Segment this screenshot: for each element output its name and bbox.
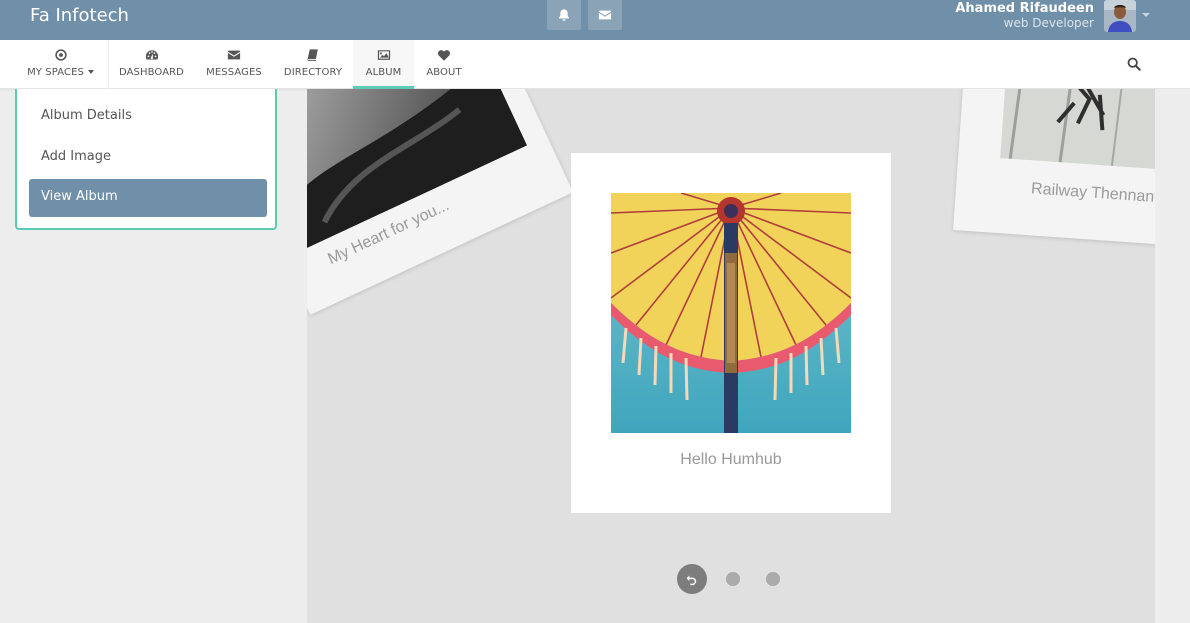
user-menu-caret-icon[interactable] bbox=[1142, 13, 1150, 17]
album-photo bbox=[611, 193, 851, 433]
user-info[interactable]: Ahamed Rifaudeen web Developer bbox=[955, 1, 1094, 31]
album-stage: My Heart for you... Railway Thennanthopp… bbox=[307, 89, 1155, 623]
undo-button[interactable] bbox=[677, 564, 707, 594]
nav-album[interactable]: ALBUM bbox=[353, 40, 414, 89]
nav-dashboard[interactable]: DASHBOARD bbox=[109, 40, 194, 89]
nav-my-spaces-label: MY SPACES bbox=[27, 67, 84, 78]
heart-icon bbox=[437, 50, 451, 61]
nav-album-label: ALBUM bbox=[365, 67, 402, 78]
pagination-dot[interactable] bbox=[766, 572, 780, 586]
menu-album-details[interactable]: Album Details bbox=[29, 98, 267, 136]
messages-button[interactable] bbox=[588, 0, 622, 30]
album-card-active[interactable]: Hello Humhub bbox=[571, 153, 891, 513]
undo-icon bbox=[686, 575, 697, 586]
main-nav: MY SPACES DASHBOARD MESSAGES DIRECTORY A… bbox=[0, 40, 1190, 89]
image-icon bbox=[377, 50, 390, 60]
brand-name[interactable]: Fa Infotech bbox=[30, 5, 129, 26]
nav-dashboard-label: DASHBOARD bbox=[118, 67, 184, 78]
envelope-icon bbox=[598, 10, 612, 20]
envelope-icon bbox=[227, 50, 241, 60]
avatar-image bbox=[1104, 0, 1136, 32]
umbrella-photo bbox=[611, 193, 851, 433]
nav-directory[interactable]: DIRECTORY bbox=[274, 40, 352, 89]
album-card-caption: Railway Thennanthoppu bbox=[1030, 180, 1155, 210]
book-icon bbox=[307, 49, 318, 61]
nav-about[interactable]: ABOUT bbox=[414, 40, 474, 89]
bell-icon bbox=[559, 9, 569, 21]
album-card-caption: Hello Humhub bbox=[680, 451, 782, 468]
dashboard-icon bbox=[145, 50, 158, 60]
nav-directory-label: DIRECTORY bbox=[283, 67, 343, 78]
user-name: Ahamed Rifaudeen bbox=[955, 1, 1094, 16]
nav-messages-label: MESSAGES bbox=[206, 67, 262, 78]
user-title: web Developer bbox=[1003, 16, 1094, 30]
search-icon[interactable] bbox=[1127, 57, 1141, 71]
top-bar: Fa Infotech Ahamed Rifaudeen web Develop… bbox=[0, 0, 1190, 40]
target-icon bbox=[54, 49, 67, 61]
nav-about-label: ABOUT bbox=[426, 67, 462, 78]
album-card[interactable]: Railway Thennanthoppu bbox=[953, 89, 1155, 248]
notifications-button[interactable] bbox=[547, 0, 581, 30]
pagination-dot[interactable] bbox=[726, 572, 740, 586]
right-gutter bbox=[1155, 89, 1190, 623]
album-card[interactable]: My Heart for you... bbox=[307, 89, 574, 315]
avatar[interactable] bbox=[1104, 0, 1136, 32]
menu-view-album[interactable]: View Album bbox=[29, 179, 267, 217]
album-menu: Album Details Add Image View Album bbox=[15, 89, 277, 230]
nav-my-spaces[interactable]: MY SPACES bbox=[14, 40, 107, 89]
nav-messages[interactable]: MESSAGES bbox=[195, 40, 273, 89]
menu-add-image[interactable]: Add Image bbox=[29, 139, 267, 177]
album-photo bbox=[1000, 89, 1155, 172]
caret-down-icon bbox=[87, 70, 94, 74]
